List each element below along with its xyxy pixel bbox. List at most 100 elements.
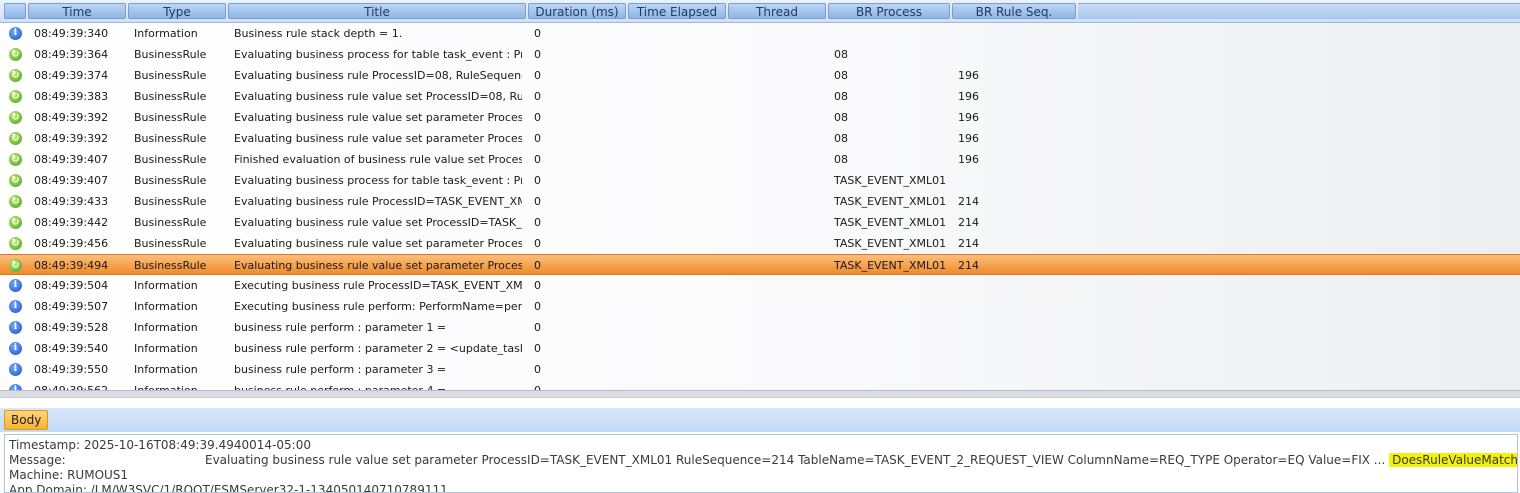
cell-title: Evaluating business rule ProcessID=08, R…: [234, 69, 522, 82]
panel-splitter[interactable]: [0, 390, 1520, 398]
cell-type: BusinessRule: [134, 111, 207, 124]
detail-timestamp: Timestamp: 2025-10-16T08:49:39.4940014-0…: [9, 438, 311, 452]
cell-br-rule-seq: 196: [958, 90, 979, 103]
log-grid[interactable]: Time Type Title Duration (ms) Time Elaps…: [0, 0, 1520, 390]
cell-title: Evaluating business rule value set param…: [234, 237, 522, 250]
cell-title: Evaluating business rule value set Proce…: [234, 216, 522, 229]
cell-br-rule-seq: 214: [958, 259, 979, 272]
cell-title: Evaluating business rule value set param…: [234, 132, 522, 145]
cell-br-rule-seq: [958, 380, 1068, 390]
table-row[interactable]: ↻ 08:49:39:433 BusinessRule Evaluating busi…: [0, 191, 1520, 212]
table-row[interactable]: ↻ 08:49:39:442 BusinessRule Evaluating busi…: [0, 212, 1520, 233]
cell-title: Evaluating business rule value set Proce…: [234, 90, 522, 103]
cell-time: 08:49:39:433: [34, 195, 109, 208]
cell-br-process: [834, 23, 949, 44]
table-row[interactable]: ↻ 08:49:39:364 BusinessRule Evaluating busi…: [0, 44, 1520, 65]
cell-type: Information: [134, 342, 198, 355]
cell-duration: 0: [534, 90, 541, 103]
cell-br-process: 08: [834, 153, 848, 166]
detail-body-panel[interactable]: Timestamp: 2025-10-16T08:49:39.4940014-0…: [4, 434, 1518, 493]
detail-message-highlight: DoesRuleValueMatch returns TRUE: [1389, 453, 1517, 467]
cell-time: 08:49:39:540: [34, 342, 109, 355]
cell-type: Information: [134, 27, 198, 40]
cell-br-process: [834, 338, 949, 359]
table-row[interactable]: ↻ 08:49:39:392 BusinessRule Evaluating busi…: [0, 107, 1520, 128]
cell-title: Executing business rule ProcessID=TASK_E…: [234, 279, 522, 292]
rule-icon: ↻: [9, 132, 22, 145]
table-row[interactable]: ↻ 08:49:39:392 BusinessRule Evaluating busi…: [0, 128, 1520, 149]
column-header-br-process[interactable]: BR Process: [828, 3, 950, 19]
cell-br-process: [834, 275, 949, 296]
table-row[interactable]: ↻ 08:49:39:407 BusinessRule Finished evalua…: [0, 149, 1520, 170]
rule-icon: ↻: [9, 259, 22, 272]
detail-machine: Machine: RUMOUS1: [9, 468, 129, 482]
cell-title: Evaluating business process for table ta…: [234, 174, 522, 187]
cell-duration: 0: [534, 174, 541, 187]
cell-title: business rule perform : parameter 4 =: [234, 380, 522, 390]
cell-duration: 0: [534, 342, 541, 355]
table-row[interactable]: ↻ 08:49:39:407 BusinessRule Evaluating busi…: [0, 170, 1520, 191]
cell-time: 08:49:39:340: [34, 27, 109, 40]
cell-br-process: 08: [834, 111, 848, 124]
table-row[interactable]: i 08:49:39:507 Information Executing busine…: [0, 296, 1520, 317]
cell-br-process: TASK_EVENT_XML01: [834, 259, 947, 272]
cell-title: business rule perform : parameter 1 =: [234, 321, 447, 334]
column-header-thread[interactable]: Thread: [728, 3, 826, 19]
cell-time: 08:49:39:562: [34, 380, 126, 390]
column-header-duration[interactable]: Duration (ms): [528, 3, 626, 19]
detail-message-line: Message: Evaluating business rule value …: [9, 453, 1517, 467]
detail-message-value: Evaluating business rule value set param…: [205, 453, 1517, 467]
cell-duration: 0: [534, 300, 541, 313]
table-row[interactable]: ↻ 08:49:39:374 BusinessRule Evaluating busi…: [0, 65, 1520, 86]
table-row[interactable]: i 08:49:39:550 Information business rule pe…: [0, 359, 1520, 380]
cell-duration: 0: [534, 363, 541, 376]
cell-type: BusinessRule: [134, 48, 207, 61]
column-header-title[interactable]: Title: [228, 3, 526, 19]
rule-icon: ↻: [9, 48, 22, 61]
table-row[interactable]: ↻ 08:49:39:494 BusinessRule Evaluating busi…: [0, 254, 1520, 275]
info-icon: i: [9, 321, 22, 334]
table-row[interactable]: ↻ 08:49:39:383 BusinessRule Evaluating busi…: [0, 86, 1520, 107]
cell-duration: 0: [534, 195, 541, 208]
table-row[interactable]: i 08:49:39:528 Information business rule pe…: [0, 317, 1520, 338]
rule-icon: ↻: [9, 69, 22, 82]
column-header-time-elapsed[interactable]: Time Elapsed: [628, 3, 726, 19]
cell-duration: 0: [534, 279, 541, 292]
column-header-time[interactable]: Time: [28, 3, 126, 19]
cell-br-rule-seq: 196: [958, 111, 979, 124]
table-row[interactable]: ↻ 08:49:39:456 BusinessRule Evaluating busi…: [0, 233, 1520, 254]
column-header-br-rule-seq[interactable]: BR Rule Seq.: [952, 3, 1076, 19]
rule-icon: ↻: [9, 90, 22, 103]
cell-title: Finished evaluation of business rule val…: [234, 153, 522, 166]
info-icon: i: [9, 300, 22, 313]
cell-type: BusinessRule: [134, 174, 207, 187]
detail-message-label: Message:: [9, 453, 66, 467]
cell-duration: 0: [534, 380, 624, 390]
column-header-icon[interactable]: [4, 3, 26, 19]
table-row[interactable]: i 08:49:39:540 Information business rule pe…: [0, 338, 1520, 359]
tab-body[interactable]: Body: [4, 410, 49, 430]
rule-icon: ↻: [9, 174, 22, 187]
cell-time: 08:49:39:507: [34, 300, 109, 313]
table-row[interactable]: i 08:49:39:340 Information Business rule st…: [0, 23, 1520, 44]
cell-time: 08:49:39:392: [34, 111, 109, 124]
table-row[interactable]: i 08:49:39:504 Information Executing busine…: [0, 275, 1520, 296]
rule-icon: ↻: [9, 195, 22, 208]
cell-title: business rule perform : parameter 2 = <u…: [234, 342, 522, 355]
table-row[interactable]: i08:49:39:562Informationbusiness rule pe…: [0, 380, 1520, 390]
cell-br-rule-seq: [958, 296, 1068, 317]
cell-title: Evaluating business rule value set param…: [234, 259, 522, 272]
cell-type: BusinessRule: [134, 153, 207, 166]
cell-br-rule-seq: [958, 44, 1068, 65]
cell-br-rule-seq: [958, 23, 1068, 44]
column-header-type[interactable]: Type: [128, 3, 226, 19]
cell-br-process: [834, 359, 949, 380]
cell-br-process: 08: [834, 48, 848, 61]
cell-time: 08:49:39:504: [34, 279, 109, 292]
info-icon: i: [9, 342, 22, 355]
cell-type: BusinessRule: [134, 90, 207, 103]
info-icon: i: [9, 363, 22, 376]
cell-br-rule-seq: 196: [958, 153, 979, 166]
cell-time: 08:49:39:364: [34, 48, 109, 61]
cell-br-rule-seq: [958, 170, 1068, 191]
